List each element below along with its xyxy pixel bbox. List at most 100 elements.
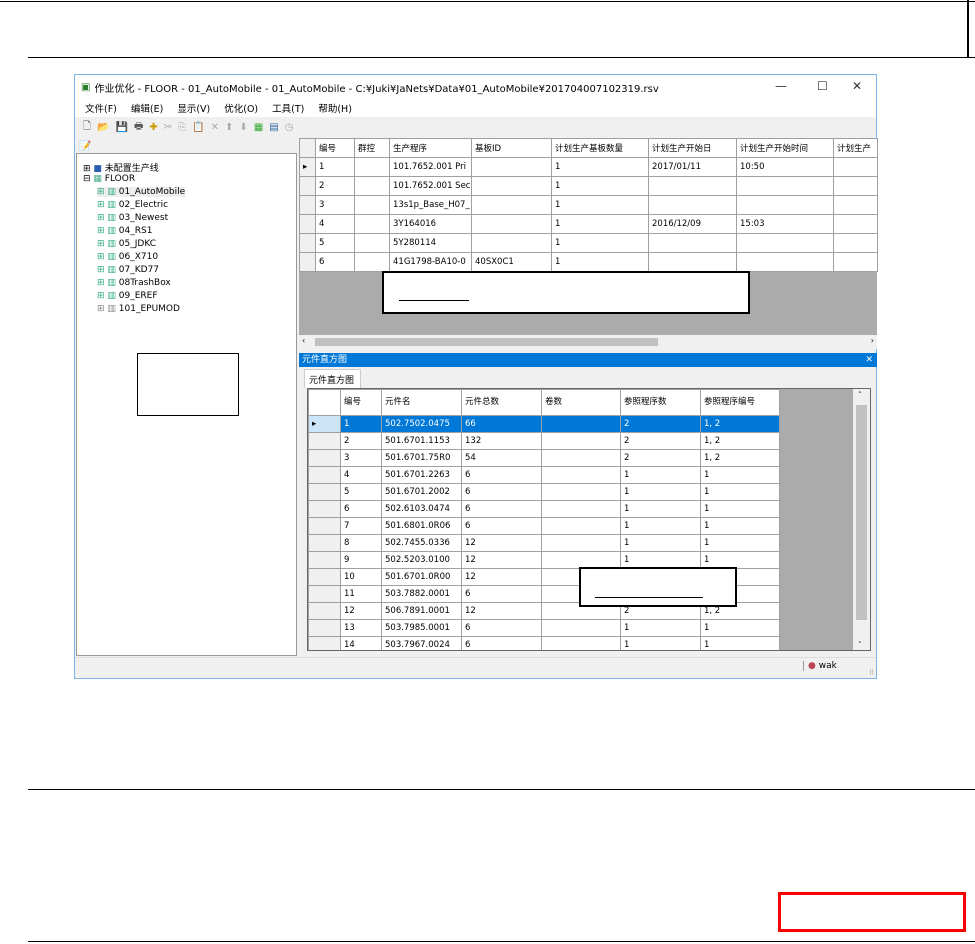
table-cell[interactable]: 8	[340, 534, 382, 552]
table-cell[interactable]: 6	[461, 636, 542, 650]
table-cell[interactable]: 1	[551, 233, 649, 253]
table-cell[interactable]: 1	[551, 214, 649, 234]
menu-help[interactable]: 帮助(H)	[318, 101, 352, 115]
report-icon[interactable]: ▤	[269, 122, 278, 133]
table-cell[interactable]: 502.7502.0475	[381, 415, 462, 433]
new-icon[interactable]: 🗋	[83, 119, 91, 136]
table-row[interactable]: ▸ 1 101.7652.001 Pri 1 2017/01/11 10:50	[299, 157, 878, 177]
cut-icon[interactable]: ✂	[164, 122, 172, 133]
table-cell[interactable]: 13	[340, 619, 382, 637]
table-cell[interactable]: 502.6103.0474	[381, 500, 462, 518]
table-row[interactable]: 4 501.6701.2263 6 1 1	[308, 466, 780, 484]
table-cell[interactable]: 1	[551, 252, 649, 272]
table-cell[interactable]: 4	[315, 214, 355, 234]
table-cell[interactable]: 1	[620, 483, 701, 501]
table-cell[interactable]: 2	[620, 415, 701, 433]
table-cell[interactable]: 6	[461, 500, 542, 518]
table-cell[interactable]: 5	[315, 233, 355, 253]
save-icon[interactable]: 💾	[116, 122, 128, 133]
table-cell[interactable]: 6	[461, 619, 542, 637]
table-cell[interactable]	[471, 233, 552, 253]
print-icon[interactable]: 🖶	[134, 119, 143, 136]
table-row[interactable]: 3 501.6701.75R0 54 2 1, 2	[308, 449, 780, 467]
column-header[interactable]: 参照程序编号	[700, 389, 780, 416]
column-header[interactable]: 生产程序	[389, 138, 472, 158]
table-cell[interactable]: 1	[620, 534, 701, 552]
paste-icon[interactable]: 📋	[192, 122, 204, 133]
table-cell[interactable]: 6	[461, 585, 542, 603]
scroll-right-icon[interactable]: ›	[871, 336, 874, 345]
menu-edit[interactable]: 编辑(E)	[131, 101, 163, 115]
row-header[interactable]	[299, 195, 316, 215]
table-cell[interactable]: 1, 2	[700, 415, 780, 433]
table-cell[interactable]: 506.7891.0001	[381, 602, 462, 620]
table-cell[interactable]	[541, 483, 621, 501]
minimize-button[interactable]: —	[775, 79, 787, 93]
table-cell[interactable]: 1	[700, 500, 780, 518]
table-cell[interactable]: 2017/01/11	[648, 157, 737, 177]
row-header[interactable]	[299, 233, 316, 253]
table-row[interactable]: 2 101.7652.001 Sec 1	[299, 176, 878, 196]
close-button[interactable]: ✕	[852, 79, 862, 93]
vertical-scrollbar[interactable]: ˄ ˅	[853, 389, 870, 650]
row-header[interactable]	[308, 602, 341, 620]
resize-grip-icon[interactable]: ⠿	[869, 669, 874, 677]
row-header[interactable]	[308, 619, 341, 637]
table-cell[interactable]: 66	[461, 415, 542, 433]
table-cell[interactable]	[736, 195, 834, 215]
table-cell[interactable]: 503.7882.0001	[381, 585, 462, 603]
tree-node-line[interactable]: ⊞ ▥ 08TrashBox	[97, 278, 171, 288]
table-cell[interactable]: 101.7652.001 Pri	[389, 157, 472, 177]
row-header[interactable]	[308, 449, 341, 467]
table-cell[interactable]: 501.6701.1153	[381, 432, 462, 450]
tab-histogram[interactable]: 元件直方图	[304, 369, 361, 388]
table-cell[interactable]: 7	[340, 517, 382, 535]
table-cell[interactable]	[541, 432, 621, 450]
tree-node-line[interactable]: ⊞ ▥ 09_EREF	[97, 291, 158, 301]
table-row[interactable]: 2 501.6701.1153 132 2 1, 2	[308, 432, 780, 450]
horizontal-scrollbar[interactable]: ‹ ›	[299, 335, 877, 349]
table-cell[interactable]: 1	[551, 157, 649, 177]
table-cell[interactable]	[541, 619, 621, 637]
table-cell[interactable]	[354, 233, 390, 253]
column-header[interactable]: 计划生产基板数量	[551, 138, 649, 158]
table-row[interactable]: 14 503.7967.0024 6 1 1	[308, 636, 780, 650]
table-cell[interactable]: 54	[461, 449, 542, 467]
table-cell[interactable]: 502.7455.0336	[381, 534, 462, 552]
table-cell[interactable]	[471, 195, 552, 215]
tree-node-line[interactable]: ⊞ ▥ 07_KD77	[97, 265, 159, 275]
table-cell[interactable]	[648, 252, 737, 272]
table-cell[interactable]	[648, 176, 737, 196]
tree-node-line[interactable]: ⊞ ▥ 03_Newest	[97, 213, 168, 223]
column-header[interactable]: 基板ID	[471, 138, 552, 158]
column-header[interactable]: 计划生产开始时间	[736, 138, 834, 158]
column-header[interactable]: 编号	[315, 138, 355, 158]
table-row[interactable]: 13 503.7985.0001 6 1 1	[308, 619, 780, 637]
table-cell[interactable]: 1, 2	[700, 432, 780, 450]
table-cell[interactable]	[541, 415, 621, 433]
clock-icon[interactable]: ◷	[285, 122, 294, 133]
table-row[interactable]: 6 502.6103.0474 6 1 1	[308, 500, 780, 518]
table-cell[interactable]: 1	[340, 415, 382, 433]
table-cell[interactable]: 501.6701.2002	[381, 483, 462, 501]
table-cell[interactable]: 1	[700, 517, 780, 535]
table-cell[interactable]: 1	[620, 500, 701, 518]
table-cell[interactable]: 3	[340, 449, 382, 467]
table-cell[interactable]	[354, 195, 390, 215]
table-cell[interactable]: 3Y164016	[389, 214, 472, 234]
menu-file[interactable]: 文件(F)	[85, 101, 117, 115]
table-cell[interactable]: 12	[461, 602, 542, 620]
table-cell[interactable]: 10:50	[736, 157, 834, 177]
table-row[interactable]: ▸ 1 502.7502.0475 66 2 1, 2	[308, 415, 780, 433]
table-cell[interactable]: 9	[340, 551, 382, 569]
table-cell[interactable]	[541, 517, 621, 535]
table-cell[interactable]	[541, 466, 621, 484]
table-row[interactable]: 9 502.5203.0100 12 1 1	[308, 551, 780, 569]
table-cell[interactable]: 503.7967.0024	[381, 636, 462, 650]
table-cell[interactable]: 101.7652.001 Sec	[389, 176, 472, 196]
table-cell[interactable]	[354, 252, 390, 272]
scroll-up-icon[interactable]: ˄	[858, 391, 862, 399]
table-cell[interactable]: 501.6701.0R00	[381, 568, 462, 586]
table-cell[interactable]: 40SX0C1	[471, 252, 552, 272]
table-cell[interactable]: 1	[700, 619, 780, 637]
